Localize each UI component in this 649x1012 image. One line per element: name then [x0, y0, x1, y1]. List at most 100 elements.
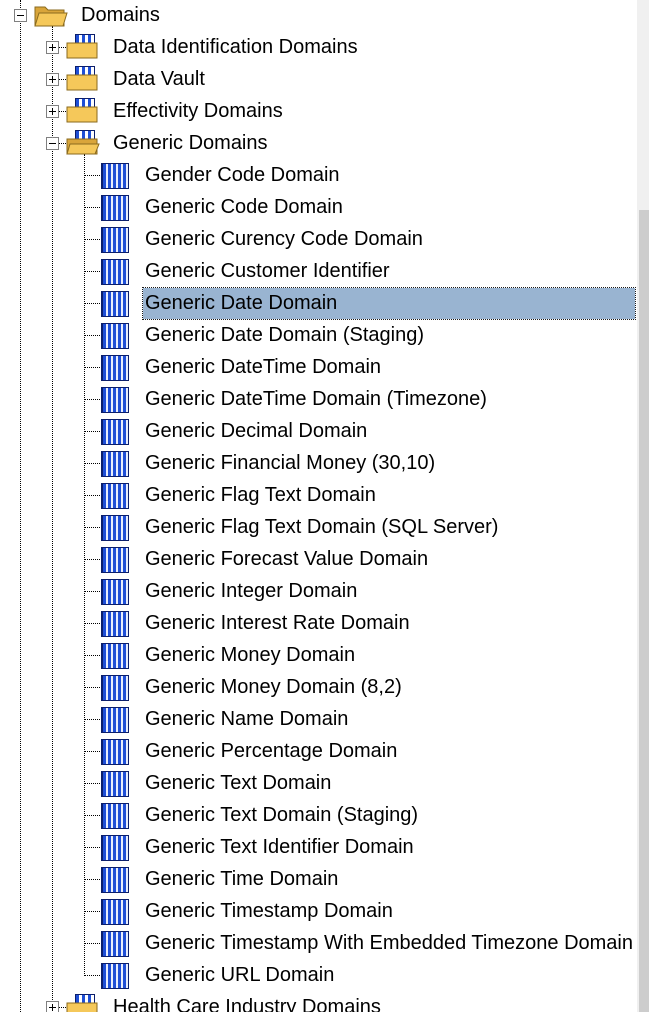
tree-connector [84, 751, 100, 752]
collapse-category-button[interactable] [46, 137, 59, 150]
tree-leaf-domain[interactable]: Generic Text Domain [0, 768, 637, 800]
tree-leaf-domain[interactable]: Generic Code Domain [0, 192, 637, 224]
tree-leaf-domain[interactable]: Generic Date Domain (Staging) [0, 320, 637, 352]
domain-icon [100, 385, 130, 415]
expand-category-button[interactable] [46, 1001, 59, 1012]
tree-leaf-domain[interactable]: Generic Timestamp With Embedded Timezone… [0, 928, 637, 960]
domain-icon [100, 289, 130, 319]
tree-item-label: Generic DateTime Domain (Timezone) [145, 388, 487, 410]
tree-leaf-domain[interactable]: Generic Money Domain (8,2) [0, 672, 637, 704]
tree-connector [84, 335, 100, 336]
tree-connector [84, 271, 100, 272]
domain-folder-icon [66, 994, 100, 1012]
domain-icon [100, 769, 130, 799]
domain-icon [100, 801, 130, 831]
tree-item-label: Generic Decimal Domain [145, 420, 368, 442]
expander-plus-stroke [52, 1004, 53, 1011]
domain-icon [100, 833, 130, 863]
tree-item-label: Health Care Industry Domains [113, 996, 381, 1012]
domain-tree-view[interactable]: Domains Data Identification Domains Data V… [0, 0, 637, 1012]
tree-item-label: Generic Curency Code Domain [145, 228, 423, 250]
tree-leaf-domain[interactable]: Generic Time Domain [0, 864, 637, 896]
tree-connector [84, 975, 100, 976]
tree-leaf-domain[interactable]: Generic Integer Domain [0, 576, 637, 608]
tree-item-label: Generic Timestamp Domain [145, 900, 393, 922]
expand-category-button[interactable] [46, 73, 59, 86]
domain-folder-icon [66, 34, 100, 60]
expander-minus-stroke [17, 15, 24, 16]
tree-connector [84, 879, 100, 880]
tree-leaf-domain[interactable]: Generic Percentage Domain [0, 736, 637, 768]
tree-leaf-domain[interactable]: Generic Customer Identifier [0, 256, 637, 288]
tree-item-label: Generic Timestamp With Embedded Timezone… [145, 932, 633, 954]
collapse-domains-button[interactable] [14, 9, 27, 22]
tree-leaf-domain[interactable]: Generic Date Domain [0, 287, 637, 320]
tree-node-category[interactable]: Generic Domains [0, 128, 637, 160]
tree-item-label: Data Vault [113, 68, 205, 90]
tree-node-domains[interactable]: Domains [0, 0, 637, 32]
tree-leaf-domain[interactable]: Generic Flag Text Domain (SQL Server) [0, 512, 637, 544]
tree-leaf-domain[interactable]: Generic Money Domain [0, 640, 637, 672]
tree-item-label: Generic Flag Text Domain (SQL Server) [145, 516, 499, 538]
tree-item-label: Generic Money Domain (8,2) [145, 676, 402, 698]
tree-leaf-domain[interactable]: Generic Text Identifier Domain [0, 832, 637, 864]
expand-category-button[interactable] [46, 105, 59, 118]
tree-item-label: Generic DateTime Domain [145, 356, 382, 378]
tree-item-label: Generic Date Domain (Staging) [145, 324, 425, 346]
tree-connector [84, 559, 100, 560]
expander-plus-stroke [52, 44, 53, 51]
tree-item-label: Generic Money Domain [145, 644, 356, 666]
tree-node-category[interactable]: Health Care Industry Domains [0, 992, 637, 1012]
tree-item-label: Domains [81, 4, 160, 26]
tree-item-label: Generic Domains [113, 132, 268, 154]
tree-connector [84, 687, 100, 688]
tree-leaf-domain[interactable]: Generic Forecast Value Domain [0, 544, 637, 576]
tree-leaf-domain[interactable]: Generic Financial Money (30,10) [0, 448, 637, 480]
tree-connector [84, 239, 100, 240]
tree-leaf-domain[interactable]: Generic Curency Code Domain [0, 224, 637, 256]
domain-icon [100, 353, 130, 383]
tree-leaf-domain[interactable]: Generic URL Domain [0, 960, 637, 992]
tree-leaf-domain[interactable]: Generic Text Domain (Staging) [0, 800, 637, 832]
tree-item-label: Generic Flag Text Domain [145, 484, 376, 506]
tree-leaf-domain[interactable]: Generic Name Domain [0, 704, 637, 736]
tree-item-label: Generic Name Domain [145, 708, 349, 730]
tree-leaf-domain[interactable]: Generic DateTime Domain [0, 352, 637, 384]
tree-connector [84, 591, 100, 592]
tree-node-category[interactable]: Effectivity Domains [0, 96, 637, 128]
expand-category-button[interactable] [46, 41, 59, 54]
domain-icon [100, 225, 130, 255]
tree-connector [84, 399, 100, 400]
domain-icon [100, 545, 130, 575]
domain-icon [100, 257, 130, 287]
domain-icon [100, 449, 130, 479]
tree-node-category[interactable]: Data Identification Domains [0, 32, 637, 64]
domain-icon [100, 577, 130, 607]
tree-connector [84, 719, 100, 720]
domain-icon [100, 417, 130, 447]
tree-leaf-domain[interactable]: Gender Code Domain [0, 160, 637, 192]
tree-item-label: Generic URL Domain [145, 964, 335, 986]
domain-icon [100, 865, 130, 895]
vertical-scrollbar[interactable] [637, 0, 649, 1012]
tree-item-label: Generic Integer Domain [145, 580, 358, 602]
tree-leaf-domain[interactable]: Generic Flag Text Domain [0, 480, 637, 512]
tree-connector [84, 367, 100, 368]
tree-leaf-domain[interactable]: Generic Decimal Domain [0, 416, 637, 448]
tree-item-label: Generic Financial Money (30,10) [145, 452, 436, 474]
domain-icon [100, 705, 130, 735]
domain-icon [100, 609, 130, 639]
tree-leaf-domain[interactable]: Generic DateTime Domain (Timezone) [0, 384, 637, 416]
tree-item-label: Generic Date Domain [142, 287, 636, 320]
tree-connector [84, 495, 100, 496]
domain-icon [100, 897, 130, 927]
tree-item-label: Generic Code Domain [145, 196, 343, 218]
tree-leaf-domain[interactable]: Generic Interest Rate Domain [0, 608, 637, 640]
tree-node-category[interactable]: Data Vault [0, 64, 637, 96]
tree-connector [84, 911, 100, 912]
tree-connector [84, 943, 100, 944]
tree-leaf-domain[interactable]: Generic Timestamp Domain [0, 896, 637, 928]
domain-folder-icon [66, 66, 100, 92]
tree-connector [84, 303, 100, 304]
scrollbar-thumb[interactable] [639, 210, 649, 1012]
